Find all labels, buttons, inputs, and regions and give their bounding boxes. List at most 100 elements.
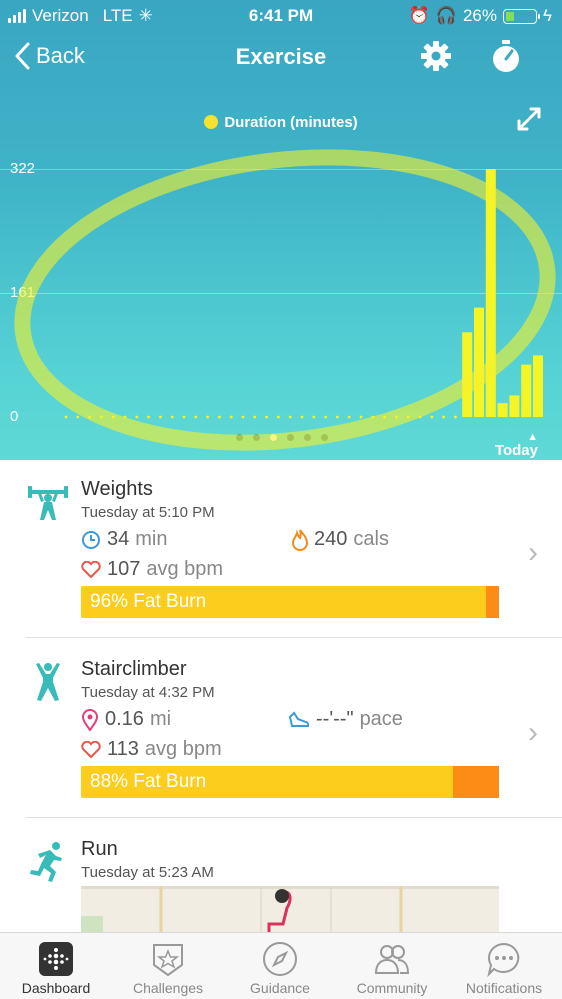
activity-time: Tuesday at 4:32 PM	[81, 684, 215, 701]
zero-point	[76, 415, 80, 419]
page-dot	[321, 434, 328, 441]
activity-item-stairclimber[interactable]: Stairclimber Tuesday at 4:32 PM 0.16 mi -…	[26, 640, 562, 818]
activity-time: Tuesday at 5:10 PM	[81, 504, 215, 521]
tab-label: Notifications	[465, 980, 543, 996]
gear-icon[interactable]	[420, 40, 452, 72]
heartrate-stat: 113 avg bpm	[81, 738, 222, 761]
header-area: Verizon LTE ✳ 6:41 PM ⏰ 🎧 26% ϟ Back Exe…	[0, 0, 562, 460]
duration-bar[interactable]	[509, 395, 520, 417]
heartrate-value: 113	[107, 738, 139, 760]
zero-point	[359, 415, 363, 419]
zero-point	[454, 415, 457, 419]
duration-value: 34	[107, 528, 130, 550]
calories-unit: cals	[353, 528, 389, 550]
zero-point	[206, 415, 210, 419]
page-dot	[304, 434, 311, 441]
zero-point	[336, 415, 339, 419]
heartrate-value: 107	[107, 558, 141, 580]
pace-unit: pace	[359, 708, 403, 730]
zero-point	[170, 415, 174, 419]
pace-value: --'--"	[316, 708, 354, 730]
zero-point	[100, 415, 103, 419]
tab-label: Challenges	[132, 980, 204, 996]
page-indicator[interactable]	[236, 434, 328, 441]
fat-burn-label: 96% Fat Burn	[90, 591, 207, 612]
duration-chart[interactable]: 322 161 0 ▲ Today	[0, 150, 562, 460]
zero-point	[253, 415, 257, 419]
distance-value: 0.16	[105, 708, 144, 730]
zero-point	[147, 415, 151, 419]
zero-point	[123, 415, 127, 419]
page-dot-active	[270, 434, 277, 441]
zero-point	[442, 415, 445, 419]
status-bar: Verizon LTE ✳ 6:41 PM ⏰ 🎧 26% ϟ	[0, 0, 562, 32]
today-label: Today	[494, 442, 538, 459]
community-icon	[374, 945, 410, 974]
charging-icon: ϟ	[543, 6, 552, 25]
chevron-right-icon[interactable]: ›	[528, 536, 538, 570]
tab-label: Guidance	[250, 980, 310, 996]
zero-point	[324, 415, 327, 419]
pace-stat: --'--" pace	[288, 708, 403, 731]
battery-percent: 26%	[462, 6, 497, 25]
duration-bar[interactable]	[521, 364, 532, 417]
duration-bar[interactable]	[497, 403, 508, 417]
duration-unit: min	[135, 528, 168, 550]
zero-point	[312, 415, 316, 419]
heartrate-unit: avg bpm	[146, 558, 224, 580]
activity-list: Weights Tuesday at 5:10 PM 34 min 240 cals…	[0, 460, 562, 998]
duration-bar[interactable]	[462, 332, 473, 417]
route-map[interactable]	[81, 886, 499, 936]
tab-label: Dashboard	[21, 980, 91, 996]
duration-stat: 34 min	[81, 528, 167, 551]
zero-point	[371, 415, 375, 419]
zero-point	[288, 415, 292, 419]
activity-name: Stairclimber	[81, 658, 187, 680]
zero-point	[277, 415, 280, 419]
stairclimber-icon	[36, 663, 60, 701]
zero-point	[406, 415, 410, 419]
tab-notifications[interactable]: Notifications	[448, 933, 560, 999]
zero-point	[135, 415, 139, 419]
distance-unit: mi	[149, 708, 172, 730]
clock-legend-icon	[204, 115, 219, 129]
peak-zone-segment	[453, 766, 499, 798]
challenges-star-icon	[153, 944, 183, 977]
tab-challenges[interactable]: Challenges	[112, 933, 224, 999]
zero-point	[64, 415, 68, 419]
zero-point	[241, 415, 245, 419]
zero-point	[111, 415, 115, 419]
x-label-today: ▲ Today	[494, 431, 538, 460]
location-pin-icon	[81, 708, 99, 731]
activity-name: Weights	[81, 478, 153, 500]
legend-label: Duration (minutes)	[224, 114, 358, 131]
zero-point	[229, 415, 233, 419]
dashboard-icon	[39, 942, 73, 976]
page-title: Exercise	[235, 44, 327, 69]
shoe-icon	[288, 710, 310, 727]
chevron-right-icon[interactable]: ›	[528, 716, 538, 750]
fat-burn-bar: 96% Fat Burn	[81, 586, 499, 618]
today-arrow-icon: ▲	[527, 431, 538, 443]
alarm-icon: ⏰	[408, 6, 430, 25]
duration-bar[interactable]	[485, 169, 496, 417]
tab-community[interactable]: Community	[336, 933, 448, 999]
page-dot	[236, 434, 243, 441]
stopwatch-icon[interactable]	[490, 40, 522, 74]
zero-point	[347, 415, 351, 419]
zero-point	[395, 415, 398, 419]
distance-stat: 0.16 mi	[81, 708, 171, 731]
zero-point	[159, 415, 162, 419]
expand-icon[interactable]	[516, 106, 542, 132]
fat-burn-bar: 88% Fat Burn	[81, 766, 499, 798]
activity-name: Run	[81, 838, 118, 860]
activity-item-weights[interactable]: Weights Tuesday at 5:10 PM 34 min 240 cals…	[26, 460, 562, 638]
duration-bar[interactable]	[474, 307, 484, 417]
chat-bubble-icon	[487, 942, 520, 977]
run-icon	[30, 842, 62, 882]
tab-dashboard[interactable]: Dashboard	[0, 933, 112, 999]
zero-point	[300, 415, 304, 419]
tab-guidance[interactable]: Guidance	[224, 933, 336, 999]
duration-bar[interactable]	[533, 355, 543, 417]
battery-icon	[503, 8, 540, 24]
